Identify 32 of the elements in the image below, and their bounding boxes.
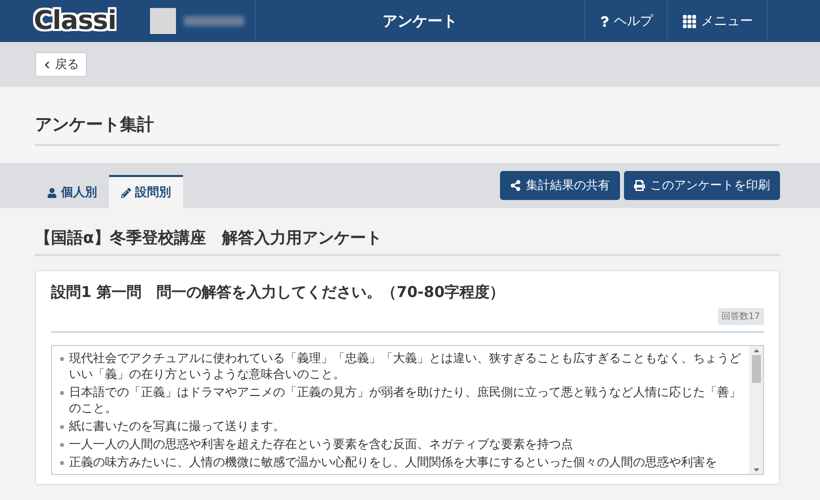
avatar-placeholder <box>150 8 176 34</box>
help-icon <box>599 16 610 26</box>
print-icon <box>634 180 645 191</box>
bullet-icon <box>60 425 64 429</box>
answer-text: 現代社会でアクチュアルに使われている「義理」「忠義」「大義」とは違い、狭すぎることも広すぎることもなく、ちょうどいい「義」の在り方というような意味合いのこと。 <box>69 350 741 382</box>
answer-text: 正義の味方みたいに、人情の機微に敏感で温かい心配りをし、人間関係を大事にするといった個々の人間の思惑や利害を <box>69 454 717 470</box>
user-icon <box>47 188 57 198</box>
chevron-left-icon <box>43 60 51 68</box>
bullet-icon <box>60 461 64 465</box>
question-title: 設問1 第一問 問一の解答を入力してください。（70-80字程度） <box>51 283 506 302</box>
share-icon <box>510 180 521 191</box>
grid-icon <box>682 14 697 28</box>
scrollbar-thumb[interactable] <box>752 355 760 383</box>
answer-text: 日本語での「正義」はドラマやアニメの「正義の見方」が弱者を助けたり、庶民側に立って悪と戦うなど人情に応じた「善」のこと。 <box>69 384 741 416</box>
answer-count: 回答数17 <box>718 308 764 325</box>
share-button[interactable]: 集計結果の共有 <box>500 171 620 200</box>
answer-list[interactable] <box>51 345 764 475</box>
blurred-name <box>184 16 244 26</box>
survey-title: 【国語α】冬季登校講座 解答入力用アンケート <box>35 228 780 256</box>
back-button[interactable]: 戻る <box>35 52 87 77</box>
bullet-icon <box>60 357 64 361</box>
tab[interactable]: 設問別 <box>109 175 183 208</box>
page-title: アンケート集計 <box>35 113 780 146</box>
scrollbar[interactable] <box>749 346 763 474</box>
pencil-icon <box>121 188 131 198</box>
answer-text: 紙に書いたのを写真に撮って送ります。 <box>69 418 285 434</box>
bullet-icon <box>60 443 64 447</box>
answer-text: 一人一人の人間の思惑や利害を超えた存在という要素を含む反面、ネガティブな要素を持つ点 <box>69 436 573 452</box>
bullet-icon <box>60 391 64 395</box>
print-button[interactable]: このアンケートを印刷 <box>624 171 780 200</box>
tab[interactable]: 個人別 <box>35 175 109 208</box>
page-header-title: アンケート <box>382 12 458 30</box>
